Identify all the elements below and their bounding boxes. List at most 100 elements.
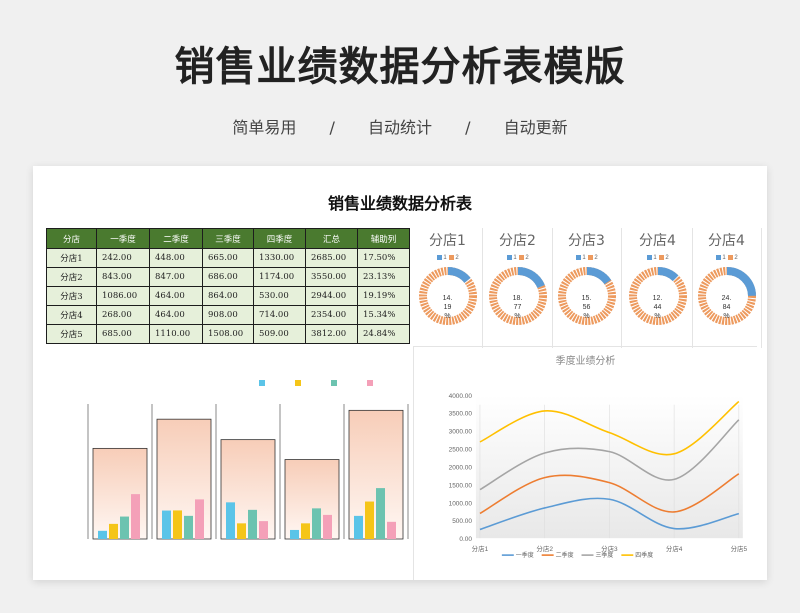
value-cell[interactable]: 23.13% xyxy=(357,267,410,287)
legend-label: 1 xyxy=(582,255,588,262)
y-tick-label: 1500.00 xyxy=(449,482,473,489)
value-cell[interactable]: 464.00 xyxy=(149,286,203,306)
legend-swatch xyxy=(576,255,582,260)
feature-tags: 简单易用 / 自动统计 / 自动更新 xyxy=(0,114,800,138)
table-row[interactable]: 分店2 843.00 847.00 686.00 1174.00 3550.00 23.13… xyxy=(46,267,410,287)
value-cell[interactable]: 864.00 xyxy=(202,286,254,306)
store-cell[interactable]: 分店5 xyxy=(46,324,97,344)
x-tick-label: 分店2 xyxy=(536,544,553,553)
col-header[interactable]: 一季度 xyxy=(96,228,150,249)
store-cell[interactable]: 分店2 xyxy=(46,267,97,287)
percent-line: 56 xyxy=(582,304,591,311)
tag-easy: 简单易用 xyxy=(232,118,297,137)
line-chart-title: 季度业绩分析 xyxy=(556,354,616,367)
value-cell[interactable]: 2685.00 xyxy=(305,248,358,268)
quarter-bar xyxy=(365,501,374,539)
quarter-bar xyxy=(120,516,129,539)
x-tick-label: 分店5 xyxy=(731,544,748,553)
quarter-bar xyxy=(184,515,193,539)
store-cell[interactable]: 分店4 xyxy=(46,305,97,325)
y-tick-label: 2000.00 xyxy=(449,464,473,471)
spreadsheet-preview: 销售业绩数据分析表 分店 一季度 二季度 三季度 四季度 汇总 辅助列 分店1 2… xyxy=(33,166,767,580)
store-cell[interactable]: 分店1 xyxy=(46,248,97,268)
tag-auto-stats: 自动统计 xyxy=(367,118,432,137)
value-cell[interactable]: 1330.00 xyxy=(253,248,306,268)
value-cell[interactable]: 19.19% xyxy=(357,286,410,306)
value-cell[interactable]: 2354.00 xyxy=(305,305,358,325)
value-cell[interactable]: 686.00 xyxy=(202,267,254,287)
donut-chart-store: 分店1 1 2 14. 19% xyxy=(413,228,483,348)
y-tick-label: 500.00 xyxy=(452,518,472,525)
quarter-bar xyxy=(173,510,182,539)
quarter-bar xyxy=(290,529,299,539)
percent-line: % xyxy=(654,313,661,320)
value-cell[interactable]: 242.00 xyxy=(96,248,150,268)
value-cell[interactable]: 714.00 xyxy=(253,305,306,325)
y-tick-label: 2500.00 xyxy=(449,447,473,454)
table-row[interactable]: 分店3 1086.00 464.00 864.00 530.00 2944.00 19.19… xyxy=(46,286,410,306)
value-cell[interactable]: 1174.00 xyxy=(253,267,306,287)
legend-label: 一季度 xyxy=(516,551,534,559)
value-cell[interactable]: 509.00 xyxy=(253,324,306,344)
quarter-bar xyxy=(131,494,140,539)
legend-swatch xyxy=(659,255,665,260)
y-tick-label: 3000.00 xyxy=(449,429,473,436)
sales-table: 分店 一季度 二季度 三季度 四季度 汇总 辅助列 分店1 242.00 448.0… xyxy=(46,228,410,344)
col-header[interactable]: 二季度 xyxy=(149,228,203,249)
value-cell[interactable]: 464.00 xyxy=(149,305,203,325)
legend-label: 1 xyxy=(653,255,659,262)
value-cell[interactable]: 17.50% xyxy=(357,248,410,268)
value-cell[interactable]: 1110.00 xyxy=(149,324,203,344)
percent-line: % xyxy=(583,313,590,320)
legend-label: 四季度 xyxy=(635,551,653,559)
value-cell[interactable]: 1508.00 xyxy=(202,324,254,344)
legend-swatch xyxy=(519,255,525,260)
value-cell[interactable]: 843.00 xyxy=(96,267,150,287)
value-cell[interactable]: 530.00 xyxy=(253,286,306,306)
legend-swatch xyxy=(449,255,455,260)
percent-line: 77 xyxy=(513,304,522,311)
value-cell[interactable]: 268.00 xyxy=(96,305,150,325)
percent-line: 14. xyxy=(442,295,453,302)
col-header[interactable]: 汇总 xyxy=(305,228,358,249)
col-header[interactable]: 分店 xyxy=(46,228,97,249)
value-cell[interactable]: 3812.00 xyxy=(305,324,358,344)
donut-legend: 1 2 xyxy=(413,255,482,261)
value-cell[interactable]: 2944.00 xyxy=(305,286,358,306)
donut-percent: 24. 84% xyxy=(692,294,761,321)
donut-legend: 1 2 xyxy=(692,255,761,261)
value-cell[interactable]: 908.00 xyxy=(202,305,254,325)
col-header[interactable]: 三季度 xyxy=(202,228,254,249)
quarter-bar xyxy=(387,521,396,539)
quarter-bar xyxy=(354,515,363,539)
table-row[interactable]: 分店4 268.00 464.00 908.00 714.00 2354.00 15.34% xyxy=(46,305,410,325)
value-cell[interactable]: 1086.00 xyxy=(96,286,150,306)
legend-swatch xyxy=(367,380,373,386)
col-header[interactable]: 辅助列 xyxy=(357,228,410,249)
value-cell[interactable]: 665.00 xyxy=(202,248,254,268)
value-cell[interactable]: 3550.00 xyxy=(305,267,358,287)
page-title: 销售业绩数据分析表模版 xyxy=(174,44,626,90)
y-tick-label: 4000.00 xyxy=(449,393,473,400)
col-header[interactable]: 四季度 xyxy=(253,228,306,249)
legend-label: 2 xyxy=(734,255,738,262)
donut-chart-store: 分店2 1 2 18. 77% xyxy=(483,228,553,348)
quarter-bar xyxy=(323,514,332,539)
value-cell[interactable]: 685.00 xyxy=(96,324,150,344)
value-cell[interactable]: 448.00 xyxy=(149,248,203,268)
store-cell[interactable]: 分店3 xyxy=(46,286,97,306)
legend-swatch xyxy=(647,255,653,260)
legend-label: 三季度 xyxy=(595,551,613,559)
value-cell[interactable]: 847.00 xyxy=(149,267,203,287)
table-row[interactable]: 分店5 685.00 1110.00 1508.00 509.00 3812.00 24.8… xyxy=(46,324,410,344)
percent-line: % xyxy=(444,313,451,320)
donut-percent: 12. 44% xyxy=(623,294,692,321)
quarter-bar xyxy=(109,523,118,539)
legend-swatch xyxy=(295,380,301,386)
value-cell[interactable]: 24.84% xyxy=(357,324,410,344)
value-cell[interactable]: 15.34% xyxy=(357,305,410,325)
table-row[interactable]: 分店1 242.00 448.00 665.00 1330.00 2685.00 17.50… xyxy=(46,248,410,268)
donut-percent: 18. 77% xyxy=(483,294,552,321)
legend-swatch xyxy=(507,255,513,260)
table-header-row: 分店 一季度 二季度 三季度 四季度 汇总 辅助列 xyxy=(46,228,410,249)
